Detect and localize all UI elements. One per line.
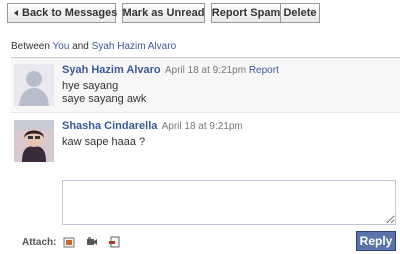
message-header: Shasha Cindarella April 18 at 9:21pm	[62, 120, 243, 132]
message-line: hye sayang	[62, 80, 119, 92]
message-author-link[interactable]: Syah Hazim Alvaro	[62, 64, 161, 76]
message-item: Syah Hazim Alvaro April 18 at 9:21pm Rep…	[11, 58, 400, 113]
message-body: kaw sape haaa ?	[62, 136, 145, 149]
link-icon[interactable]	[109, 236, 121, 248]
message-time: April 18 at 9:21pm	[164, 65, 247, 76]
participant-link[interactable]: Syah Hazim Alvaro	[92, 41, 176, 52]
message-header: Syah Hazim Alvaro April 18 at 9:21pm Rep…	[62, 64, 279, 76]
message-toolbar: Back to Messages Mark as Unread Report S…	[7, 3, 320, 23]
photo-icon[interactable]	[63, 236, 75, 248]
attach-bar: Attach:	[22, 236, 121, 248]
message-author-link[interactable]: Shasha Cindarella	[62, 120, 157, 132]
delete-button[interactable]: Delete	[280, 3, 320, 23]
mark-as-unread-button[interactable]: Mark as Unread	[122, 3, 205, 23]
back-to-messages-label: Back to Messages	[22, 7, 118, 19]
reply-button[interactable]: Reply	[356, 231, 396, 251]
message-line: kaw sape haaa ?	[62, 136, 146, 148]
profile-photo-avatar[interactable]	[14, 120, 54, 162]
video-icon[interactable]	[86, 236, 98, 248]
attach-label: Attach:	[22, 236, 57, 248]
report-spam-button[interactable]: Report Spam	[211, 3, 281, 23]
message-time: April 18 at 9:21pm	[161, 121, 243, 132]
back-to-messages-button[interactable]: Back to Messages	[7, 3, 118, 23]
between-prefix: Between	[11, 41, 50, 52]
report-link[interactable]: Report	[249, 65, 279, 76]
message-body: hye sayang saye sayang awk	[62, 80, 146, 106]
back-arrow-icon	[14, 10, 18, 16]
you-link[interactable]: You	[53, 41, 70, 52]
thread-participants: Between You and Syah Hazim Alvaro	[11, 41, 176, 52]
and-text: and	[72, 41, 89, 52]
reply-textarea[interactable]	[62, 180, 396, 225]
message-item: Shasha Cindarella April 18 at 9:21pm kaw…	[11, 114, 400, 174]
default-avatar-icon[interactable]	[14, 64, 54, 106]
message-line: saye sayang awk	[62, 93, 147, 105]
